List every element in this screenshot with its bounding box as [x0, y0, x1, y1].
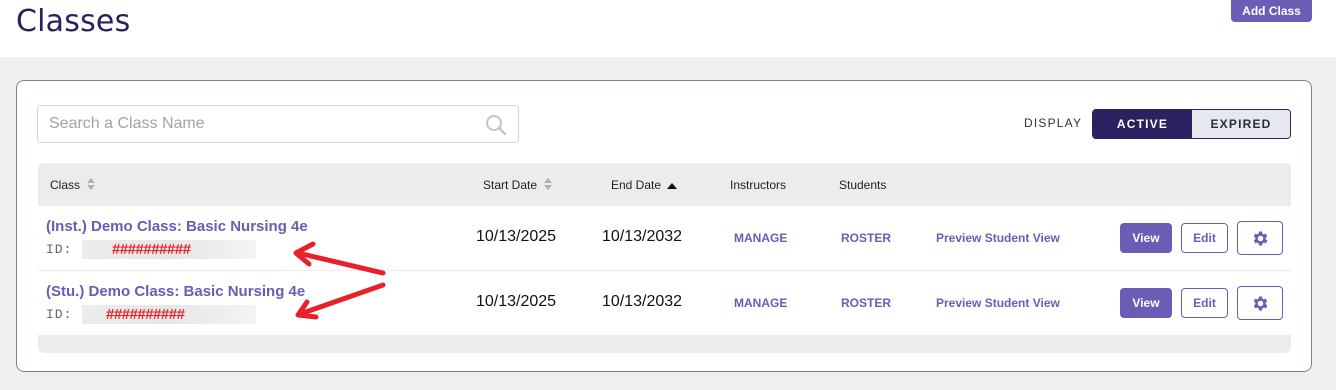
- classes-card: DISPLAY ACTIVE EXPIRED Class Start Date …: [16, 80, 1312, 372]
- column-instructors: Instructors: [730, 178, 787, 192]
- start-date: 10/13/2025: [476, 293, 557, 310]
- search-icon[interactable]: [485, 114, 507, 136]
- sort-ascending-icon[interactable]: [667, 179, 678, 193]
- view-button[interactable]: View: [1120, 288, 1172, 318]
- table-header: Class Start Date End Date Instructors St…: [38, 163, 1291, 206]
- roster-link[interactable]: ROSTER: [841, 296, 891, 310]
- end-date: 10/13/2032: [602, 293, 683, 310]
- settings-button[interactable]: [1237, 221, 1283, 255]
- class-id-label: ID:: [46, 242, 73, 257]
- column-end-date[interactable]: End Date: [611, 178, 678, 193]
- page-header: Classes Add Class: [0, 0, 1336, 57]
- sort-icon[interactable]: [543, 178, 553, 193]
- class-id-label: ID:: [46, 307, 73, 322]
- sort-icon[interactable]: [86, 178, 96, 193]
- table-row: (Inst.) Demo Class: Basic Nursing 4e ID:…: [38, 206, 1291, 270]
- column-students: Students: [839, 178, 887, 192]
- edit-button[interactable]: Edit: [1181, 223, 1228, 253]
- gear-icon: [1253, 296, 1268, 311]
- display-label: DISPLAY: [1024, 116, 1083, 130]
- preview-student-view-link[interactable]: Preview Student View: [936, 296, 1060, 310]
- add-class-button[interactable]: Add Class: [1231, 0, 1312, 22]
- toggle-expired[interactable]: EXPIRED: [1192, 110, 1290, 138]
- column-class[interactable]: Class: [50, 178, 96, 193]
- view-button[interactable]: View: [1120, 223, 1172, 253]
- roster-link[interactable]: ROSTER: [841, 231, 891, 245]
- column-class-label: Class: [50, 178, 81, 192]
- preview-student-view-link[interactable]: Preview Student View: [936, 231, 1060, 245]
- gear-icon: [1253, 231, 1268, 246]
- end-date: 10/13/2032: [602, 228, 683, 245]
- manage-instructors-link[interactable]: MANAGE: [734, 296, 787, 310]
- column-end-date-label: End Date: [611, 178, 662, 192]
- redaction-mark: ##########: [106, 306, 185, 323]
- manage-instructors-link[interactable]: MANAGE: [734, 231, 787, 245]
- class-name-link[interactable]: (Inst.) Demo Class: Basic Nursing 4e: [46, 218, 308, 235]
- column-start-date-label: Start Date: [483, 178, 538, 192]
- display-toggle: ACTIVE EXPIRED: [1092, 109, 1291, 139]
- class-id-value: ##########: [82, 305, 256, 324]
- redaction-mark: ##########: [112, 241, 191, 258]
- edit-button[interactable]: Edit: [1181, 288, 1228, 318]
- settings-button[interactable]: [1237, 286, 1283, 320]
- table-row: (Stu.) Demo Class: Basic Nursing 4e ID: …: [38, 271, 1291, 335]
- class-name-link[interactable]: (Stu.) Demo Class: Basic Nursing 4e: [46, 283, 305, 300]
- column-start-date[interactable]: Start Date: [483, 178, 553, 193]
- classes-table: Class Start Date End Date Instructors St…: [38, 163, 1291, 353]
- toggle-active[interactable]: ACTIVE: [1093, 110, 1192, 138]
- start-date: 10/13/2025: [476, 228, 557, 245]
- search-box: [37, 105, 519, 143]
- class-id-value: ##########: [82, 240, 256, 259]
- page-title: Classes: [16, 4, 131, 39]
- search-input[interactable]: [38, 106, 478, 142]
